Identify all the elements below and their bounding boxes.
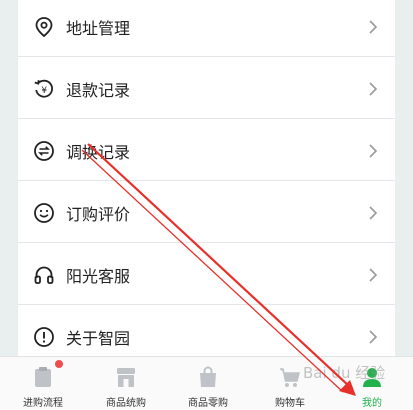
tab-label: 商品统购: [106, 398, 146, 409]
menu-item-label: 地址管理: [66, 18, 131, 38]
refund-icon: ¥: [34, 79, 53, 98]
watermark: Bai du 经验: [303, 364, 386, 382]
menu-item-label: 退款记录: [66, 80, 131, 100]
chevron-right-icon: [369, 205, 378, 220]
tab-label: 商品零购: [188, 398, 228, 409]
chevron-right-icon: [369, 330, 378, 344]
menu-item-label: 阳光客服: [66, 266, 131, 286]
chevron-right-icon: [369, 143, 378, 158]
clipboard-icon: [35, 367, 51, 387]
cart-icon: [280, 368, 300, 387]
menu-card: 地址管理 ¥ 退款记录 调换记录 订购评价 阳光客服 关于智园: [18, 0, 395, 356]
exchange-icon: [34, 140, 54, 161]
menu-item-address[interactable]: 地址管理: [18, 0, 395, 57]
chevron-right-icon: [369, 81, 378, 96]
info-icon: [34, 327, 54, 347]
menu-item-label: 关于智园: [66, 329, 131, 348]
tab-bulk-purchase[interactable]: 商品统购: [85, 357, 167, 410]
tab-label: 购物车: [275, 398, 305, 409]
tab-purchase-process[interactable]: 进购流程: [2, 357, 84, 410]
headset-icon: [34, 266, 54, 284]
menu-item-customer-service[interactable]: 阳光客服: [18, 245, 395, 305]
menu-item-label: 订购评价: [66, 204, 131, 224]
tab-label: 进购流程: [23, 398, 63, 409]
menu-item-refund-records[interactable]: ¥ 退款记录: [18, 59, 395, 119]
tab-retail-purchase[interactable]: 商品零购: [167, 357, 249, 410]
notification-badge: [55, 360, 63, 368]
tab-label: 我的: [362, 398, 382, 409]
menu-item-label: 调换记录: [66, 142, 131, 162]
store-icon: [117, 368, 135, 387]
chevron-right-icon: [369, 267, 378, 282]
location-pin-icon: [35, 16, 53, 37]
bag-icon: [200, 366, 216, 387]
menu-item-exchange-records[interactable]: 调换记录: [18, 121, 395, 181]
smiley-icon: [34, 202, 54, 223]
chevron-right-icon: [369, 19, 378, 34]
menu-item-order-reviews[interactable]: 订购评价: [18, 183, 395, 243]
svg-text:¥: ¥: [41, 86, 47, 96]
